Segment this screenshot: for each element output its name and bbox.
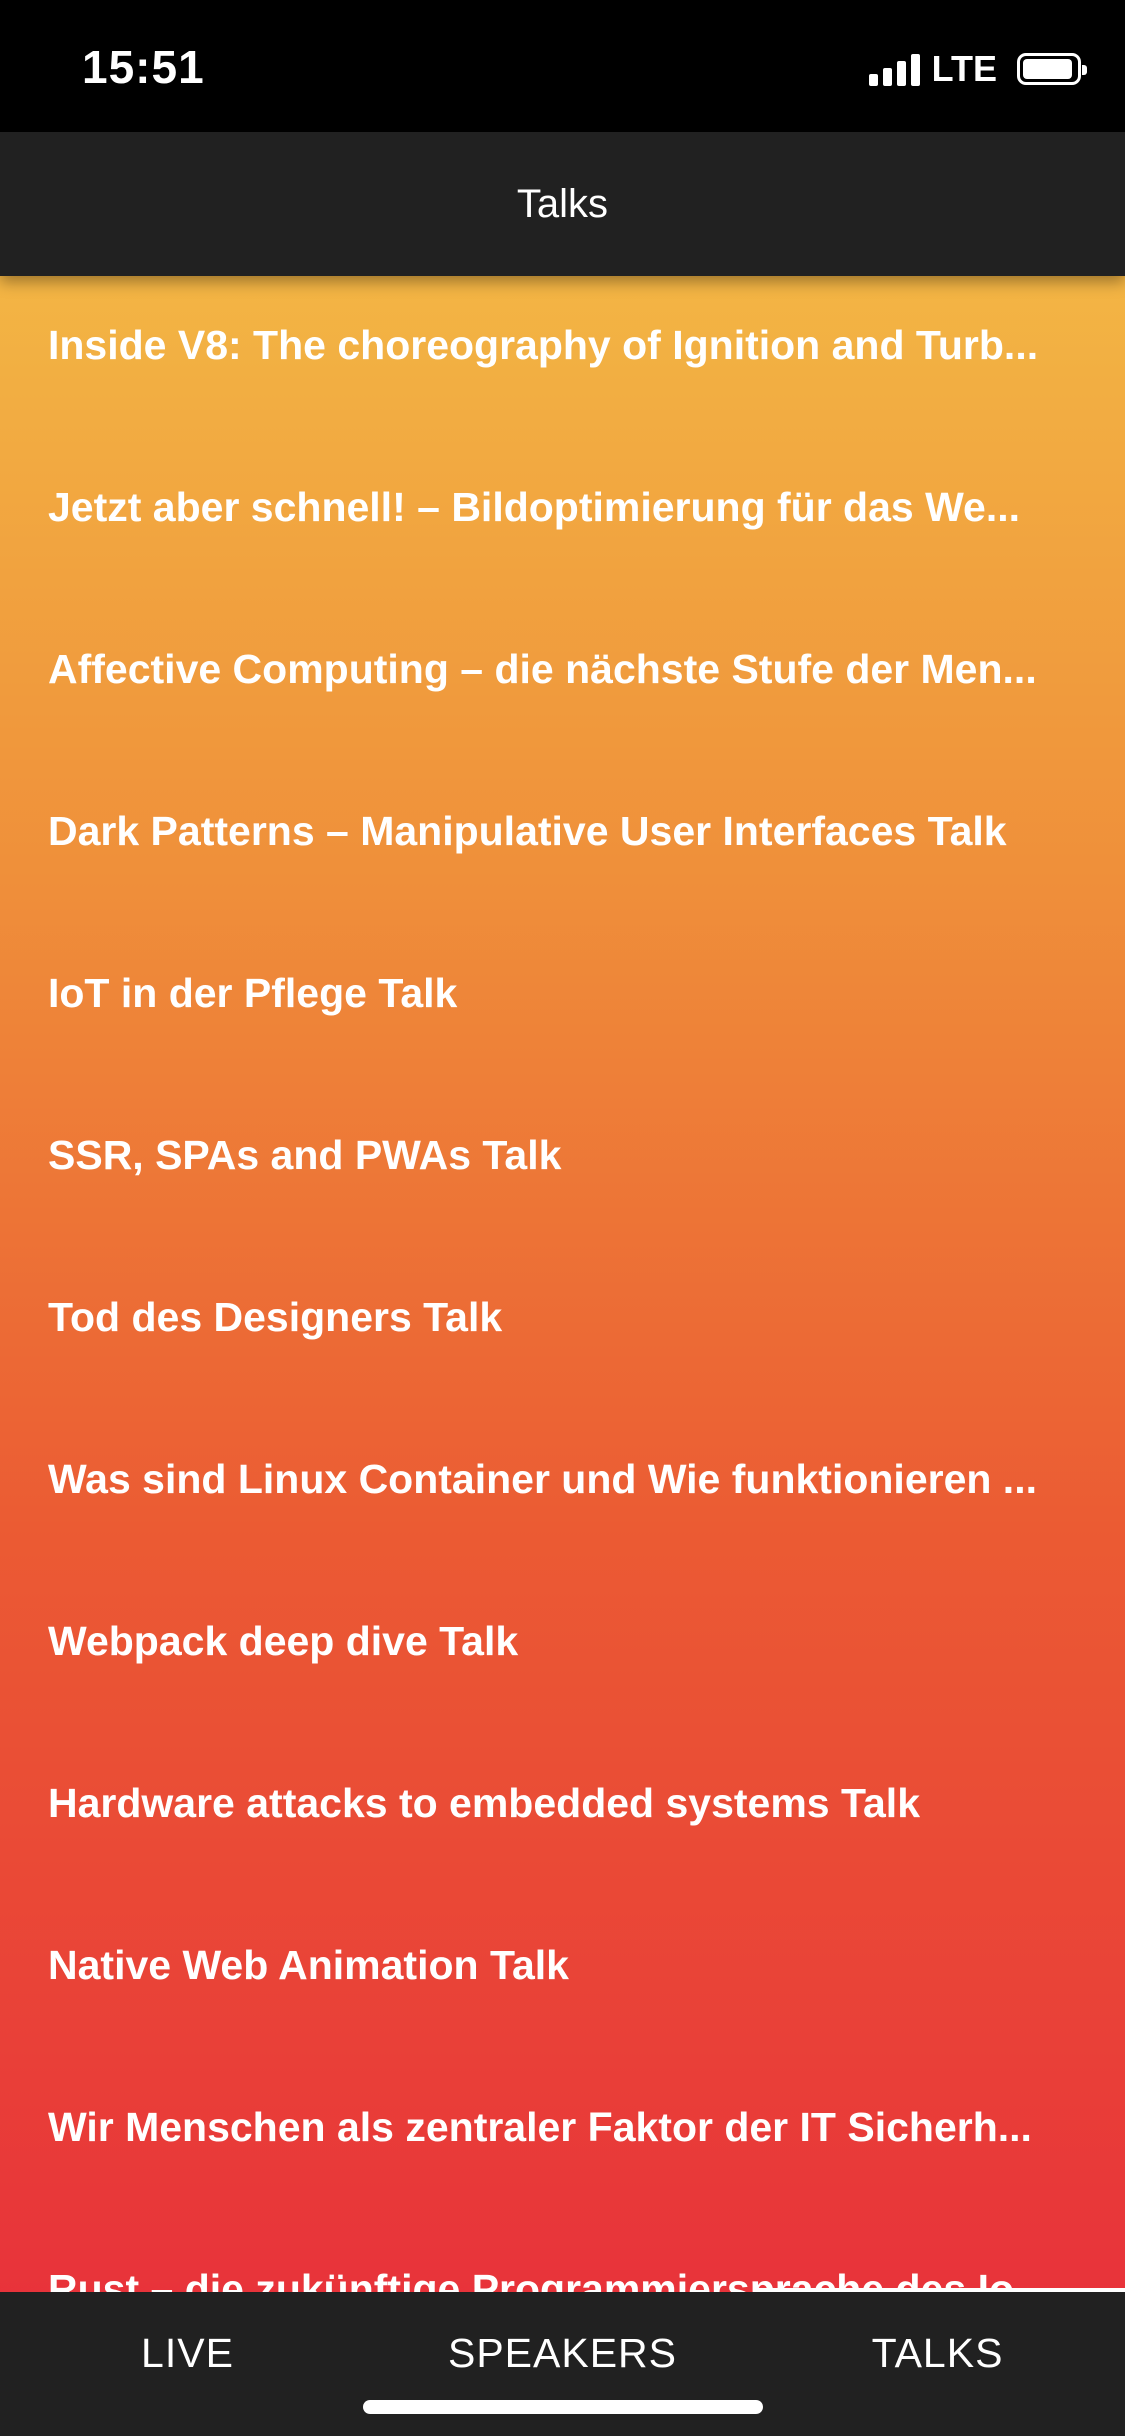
talks-list[interactable]: Inside V8: The choreography of Ignition …	[0, 276, 1125, 2292]
page-title: Talks	[516, 181, 609, 226]
status-indicators: LTE	[868, 48, 1087, 90]
status-time: 15:51	[82, 41, 205, 93]
talk-list-item[interactable]: Rust – die zukünftige Programmiersprache…	[0, 2220, 1125, 2292]
talk-list-item[interactable]: Wir Menschen als zentraler Faktor der IT…	[0, 2058, 1125, 2220]
talk-list-item[interactable]: SSR, SPAs and PWAs Talk	[0, 1086, 1125, 1248]
cellular-signal-icon	[868, 52, 920, 86]
tab-speakers[interactable]: SPEAKERS	[375, 2292, 750, 2436]
home-indicator[interactable]	[363, 2400, 763, 2414]
navigation-header: Talks	[0, 132, 1125, 276]
tab-live[interactable]: LIVE	[0, 2292, 375, 2436]
talk-list-item[interactable]: Affective Computing – die nächste Stufe …	[0, 600, 1125, 762]
talk-list-item[interactable]: Inside V8: The choreography of Ignition …	[0, 276, 1125, 438]
battery-icon	[1017, 53, 1087, 85]
active-tab-indicator	[753, 2288, 1125, 2292]
status-bar: 15:51 LTE	[0, 0, 1125, 132]
talk-list-item[interactable]: Hardware attacks to embedded systems Tal…	[0, 1734, 1125, 1896]
battery-level-fill	[1023, 59, 1072, 79]
talk-list-item[interactable]: Was sind Linux Container und Wie funktio…	[0, 1410, 1125, 1572]
talk-list-item[interactable]: Native Web Animation Talk	[0, 1896, 1125, 2058]
bottom-tab-bar: LIVE SPEAKERS TALKS	[0, 2288, 1125, 2436]
talk-list-item[interactable]: Jetzt aber schnell! – Bildoptimierung fü…	[0, 438, 1125, 600]
tab-talks[interactable]: TALKS	[750, 2292, 1125, 2436]
talk-list-item[interactable]: Tod des Designers Talk	[0, 1248, 1125, 1410]
talk-list-item[interactable]: Dark Patterns – Manipulative User Interf…	[0, 762, 1125, 924]
network-type-label: LTE	[931, 48, 997, 89]
talk-list-item[interactable]: Webpack deep dive Talk	[0, 1572, 1125, 1734]
talk-list-item[interactable]: IoT in der Pflege Talk	[0, 924, 1125, 1086]
app-screen: 15:51 LTE Talks Inside V8: The choreogra…	[0, 0, 1125, 2436]
